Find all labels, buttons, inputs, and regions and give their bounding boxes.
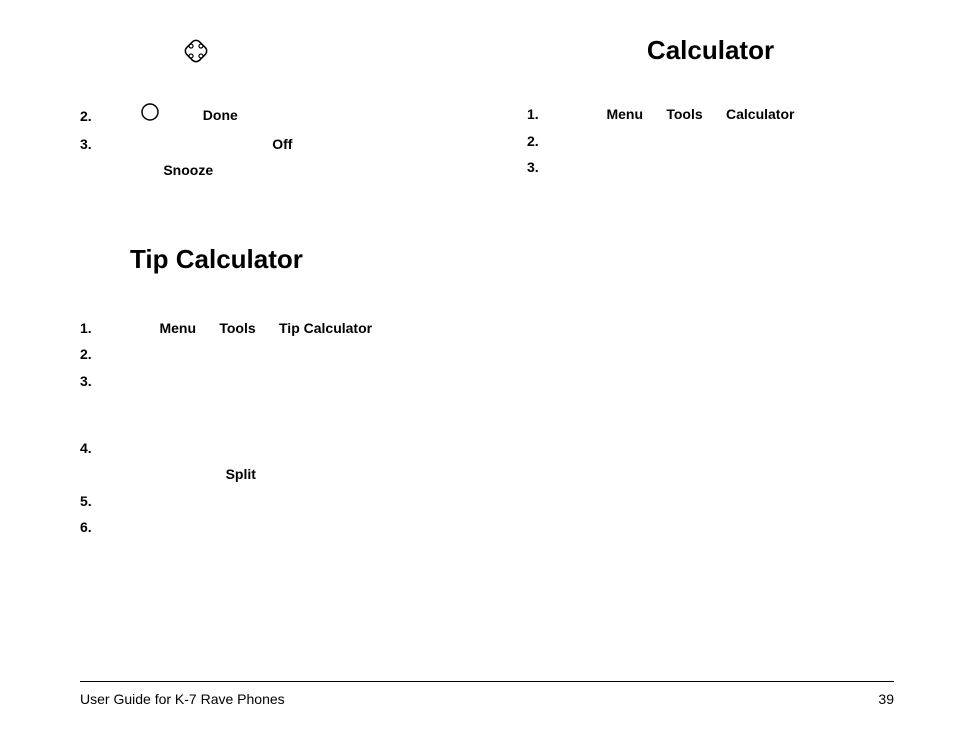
calculator-heading: Calculator (527, 35, 894, 66)
ok-circle-icon (140, 102, 160, 131)
calc-step-3: 3. (527, 154, 894, 181)
tip-calculator-label: Tip Calculator (279, 320, 372, 336)
step-content: Done (140, 102, 447, 131)
done-label: Done (203, 107, 238, 123)
tools-label: Tools (219, 320, 255, 336)
tip-step-5: 5. (80, 488, 447, 515)
step-number: 1. (527, 101, 587, 128)
calc-step-2: 2. (527, 128, 894, 155)
tip-step-1: 1. Menu Tools Tip Calculator (80, 315, 447, 342)
tip-step-4: 4. (80, 435, 447, 462)
step-content: Menu Tools Calculator (587, 101, 894, 128)
alarm-steps-list: 2. Done 3. (80, 102, 447, 184)
calc-steps-list: 1. Menu Tools Calculator 2. 3. (527, 101, 894, 181)
tip-step-3: 3. (80, 368, 447, 395)
step-content: Off (140, 131, 447, 158)
right-column: Calculator 1. Menu Tools Calculator (527, 35, 894, 541)
step-number: 2. (80, 103, 140, 130)
off-label: Off (272, 136, 292, 152)
menu-label: Menu (159, 320, 196, 336)
menu-label: Menu (606, 106, 643, 122)
step-number: 1. (80, 315, 140, 342)
step-number: 3. (527, 154, 587, 181)
step-number: 3. (80, 368, 140, 395)
split-label: Split (226, 466, 256, 482)
footer-title: User Guide for K-7 Rave Phones (80, 691, 285, 707)
calc-step-1: 1. Menu Tools Calculator (527, 101, 894, 128)
step-number: 4. (80, 435, 140, 462)
tools-label: Tools (666, 106, 702, 122)
footer-divider (80, 681, 894, 682)
tip-step-6: 6. (80, 514, 447, 541)
calculator-label: Calculator (726, 106, 794, 122)
step-number: 2. (80, 341, 140, 368)
step-number: 5. (80, 488, 140, 515)
tip-calculator-section: Tip Calculator 1. Menu Tools Tip Calcula… (80, 244, 447, 541)
step-content: Snooze (140, 157, 447, 184)
left-column: 2. Done 3. (80, 35, 447, 541)
snooze-label: Snooze (163, 162, 213, 178)
step-number: 3. (80, 131, 140, 158)
step-content: Split (140, 461, 447, 488)
alarm-step-3: 3. Off (80, 131, 447, 158)
tip-step-4-cont: Split (80, 461, 447, 488)
step-number: 6. (80, 514, 140, 541)
alarm-step-3-cont: Snooze (80, 157, 447, 184)
tip-calculator-heading: Tip Calculator (130, 244, 447, 275)
page-footer: User Guide for K-7 Rave Phones 39 (80, 691, 894, 707)
two-column-layout: 2. Done 3. (80, 35, 894, 541)
alarm-step-2: 2. Done (80, 102, 447, 131)
tip-step-2: 2. (80, 341, 447, 368)
step-content: Menu Tools Tip Calculator (140, 315, 447, 342)
nav-diamond-icon (180, 35, 212, 72)
tip-step-gap (80, 395, 447, 435)
step-number: 2. (527, 128, 587, 155)
tip-steps-list: 1. Menu Tools Tip Calculator 2. (80, 315, 447, 541)
document-page: 2. Done 3. (0, 0, 954, 742)
page-number: 39 (878, 691, 894, 707)
